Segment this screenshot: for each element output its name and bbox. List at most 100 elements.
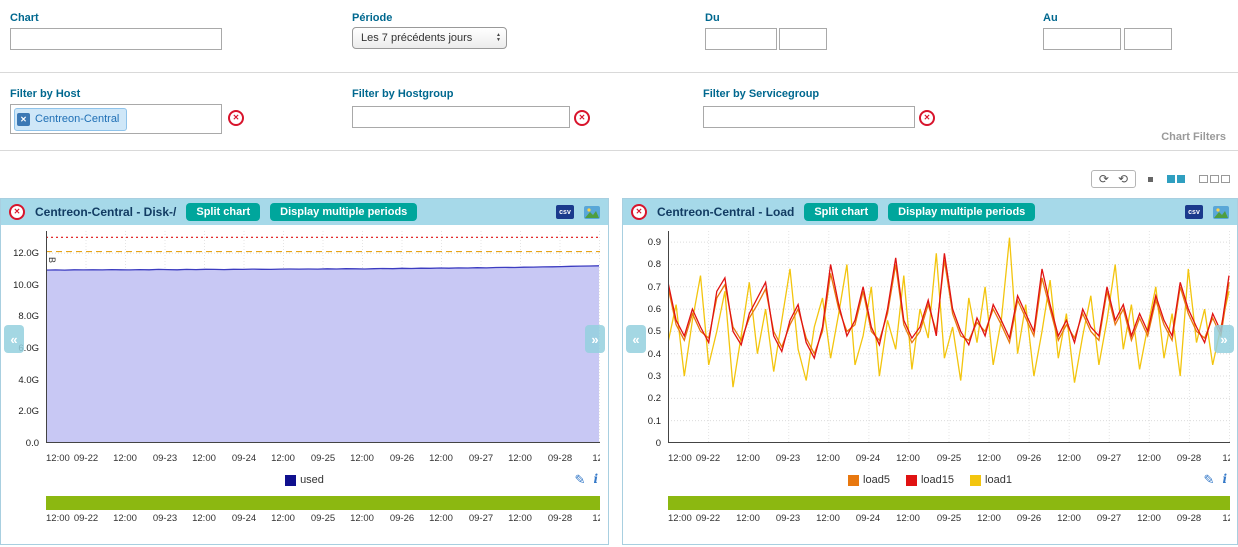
host-filter-box[interactable]: ✕ Centreon-Central: [10, 104, 222, 134]
x-tick-label: 12:00: [977, 453, 1001, 464]
scroll-right-button[interactable]: »: [1214, 325, 1234, 353]
hostgroup-filter-label: Filter by Hostgroup: [352, 88, 453, 100]
export-image-icon[interactable]: [584, 206, 600, 219]
export-csv-icon[interactable]: csv: [556, 205, 574, 219]
x-tick-label: 09-28: [1177, 513, 1201, 524]
info-icon[interactable]: i: [1222, 472, 1227, 488]
legend-label: load5: [863, 474, 890, 486]
x-tick-label: 12:00: [350, 453, 374, 464]
chart-mini-icons: ✎ i: [1204, 472, 1227, 488]
chart-panel-disk: ✕ Centreon-Central - Disk-/ Split chart …: [0, 198, 609, 545]
legend-item[interactable]: used: [285, 474, 324, 486]
load-chart[interactable]: [668, 231, 1230, 443]
three-column-view-icon[interactable]: [1197, 170, 1230, 188]
timeline-strip[interactable]: [668, 496, 1230, 510]
legend-label: used: [300, 474, 324, 486]
x-tick-label: 09-23: [776, 453, 800, 464]
x-tick-label: 09-26: [390, 453, 414, 464]
legend-item[interactable]: load1: [970, 474, 1012, 486]
au-time-input[interactable]: [1124, 28, 1172, 50]
x-tick-label: 09-22: [696, 513, 720, 524]
x-tick-label: 09-24: [232, 453, 256, 464]
two-column-view-icon[interactable]: [1165, 170, 1185, 188]
servicegroup-filter-input[interactable]: [703, 106, 915, 128]
one-column-view-icon[interactable]: [1148, 177, 1153, 182]
y-tick-label: 12.0G: [13, 248, 39, 259]
remove-disk-chart-icon[interactable]: ✕: [9, 204, 25, 220]
x-tick-label: 12:00: [192, 453, 216, 464]
x-tick-label: 12:00: [429, 513, 453, 524]
load-chart-region: 00.10.20.30.40.50.60.70.80.9 « »: [623, 225, 1237, 453]
y-tick-label: 0.7: [648, 282, 661, 293]
x-tick-label: 12:: [1222, 513, 1230, 524]
y-tick-label: 10.0G: [13, 280, 39, 291]
refresh-icon[interactable]: ⟳: [1099, 172, 1109, 186]
view-toolbar: ⟳ ⟲: [1091, 170, 1230, 188]
x-tick-label: 12:: [1222, 453, 1230, 464]
x-tick-label: 12:00: [46, 453, 70, 464]
x-tick-label: 09-28: [548, 453, 572, 464]
timeline-strip[interactable]: [46, 496, 600, 510]
clear-hostgroup-filter-icon[interactable]: ✕: [574, 110, 590, 126]
timeline-axis: 12:0009-2212:0009-2312:0009-2412:0009-25…: [668, 513, 1230, 528]
x-tick-label: 09-23: [153, 453, 177, 464]
scroll-left-button[interactable]: «: [626, 325, 646, 353]
x-tick-label: 09-28: [548, 513, 572, 524]
legend-item[interactable]: load5: [848, 474, 890, 486]
x-tick-label: 09-24: [856, 513, 880, 524]
x-tick-label: 09-25: [311, 453, 335, 464]
x-tick-label: 09-28: [1177, 453, 1201, 464]
chart-filters-toggle[interactable]: Chart Filters: [1161, 131, 1226, 143]
x-tick-label: 12:00: [1137, 513, 1161, 524]
divider: [0, 150, 1238, 151]
export-image-icon[interactable]: [1213, 206, 1229, 219]
split-chart-button[interactable]: Split chart: [186, 203, 260, 221]
info-icon[interactable]: i: [593, 472, 598, 488]
export-csv-icon[interactable]: csv: [1185, 205, 1203, 219]
edit-icon[interactable]: ✎: [575, 472, 586, 488]
scroll-right-button[interactable]: »: [585, 325, 605, 353]
x-axis: 12:00 09-22 12:00 09-23 12:00 09-24 12:00 09-25…: [46, 453, 600, 468]
y-tick-label: 4.0G: [18, 375, 39, 386]
x-tick-label: 09-22: [74, 453, 98, 464]
hostgroup-filter-input[interactable]: [352, 106, 570, 128]
du-label: Du: [705, 12, 720, 24]
y-tick-label: 0.8: [648, 259, 661, 270]
charts-grid: ✕ Centreon-Central - Disk-/ Split chart …: [0, 198, 1238, 545]
x-tick-label: 12:00: [816, 453, 840, 464]
auto-refresh-icon[interactable]: ⟲: [1118, 172, 1128, 186]
y-tick-label: 0.9: [648, 237, 661, 248]
chip-remove-icon[interactable]: ✕: [17, 113, 30, 126]
x-tick-label: 12:00: [508, 453, 532, 464]
x-tick-label: 12:00: [192, 513, 216, 524]
periode-select[interactable]: Les 7 précédents jours ▲▼: [352, 27, 507, 49]
legend-row: load5 load15 load1 ✎ i: [623, 468, 1237, 492]
x-tick-label: 09-26: [390, 513, 414, 524]
remove-load-chart-icon[interactable]: ✕: [631, 204, 647, 220]
x-tick-label: 12:: [592, 453, 600, 464]
du-time-input[interactable]: [779, 28, 827, 50]
x-tick-label: 12:00: [668, 513, 692, 524]
x-tick-label: 12:00: [896, 453, 920, 464]
display-multiple-periods-button[interactable]: Display multiple periods: [888, 203, 1035, 221]
legend: load5 load15 load1: [848, 474, 1012, 486]
du-date-input[interactable]: [705, 28, 777, 50]
x-tick-label: 09-27: [1097, 513, 1121, 524]
split-chart-button[interactable]: Split chart: [804, 203, 878, 221]
scroll-left-button[interactable]: «: [4, 325, 24, 353]
au-date-input[interactable]: [1043, 28, 1121, 50]
edit-icon[interactable]: ✎: [1204, 472, 1215, 488]
legend-swatch: [848, 475, 859, 486]
y-tick-label: 0.1: [648, 416, 661, 427]
host-chip[interactable]: ✕ Centreon-Central: [14, 108, 127, 131]
clear-servicegroup-filter-icon[interactable]: ✕: [919, 110, 935, 126]
chart-filter-input[interactable]: [10, 28, 222, 50]
x-tick-label: 12:00: [113, 513, 137, 524]
disk-usage-chart[interactable]: [46, 231, 600, 443]
legend-item[interactable]: load15: [906, 474, 954, 486]
x-tick-label: 12:00: [113, 453, 137, 464]
chart-panel-load: ✕ Centreon-Central - Load Split chart Di…: [622, 198, 1238, 545]
clear-host-filter-icon[interactable]: ✕: [228, 110, 244, 126]
display-multiple-periods-button[interactable]: Display multiple periods: [270, 203, 417, 221]
legend-label: load1: [985, 474, 1012, 486]
